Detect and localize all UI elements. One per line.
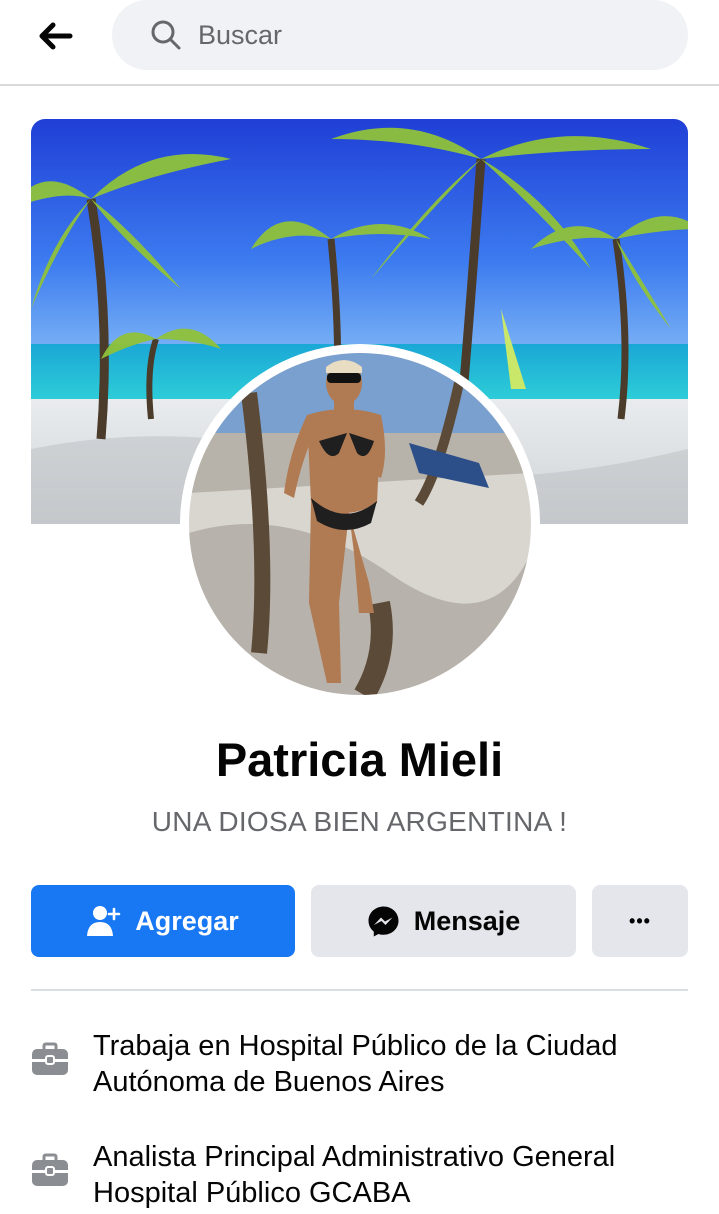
profile-name: Patricia Mieli xyxy=(215,733,504,786)
search-icon xyxy=(151,20,181,50)
briefcase-icon xyxy=(31,1042,69,1076)
back-arrow-icon xyxy=(39,22,73,50)
work-info-text: Analista Principal Administrativo Genera… xyxy=(93,1141,616,1209)
profile-picture-image xyxy=(189,353,531,695)
back-button[interactable] xyxy=(30,16,80,56)
add-friend-label: Agregar xyxy=(135,905,239,936)
more-dots-icon: ••• xyxy=(629,910,651,931)
message-label: Mensaje xyxy=(413,905,521,936)
briefcase-icon xyxy=(31,1153,69,1187)
top-bar: Buscar xyxy=(0,0,719,86)
profile-bio: UNA DIOSA BIEN ARGENTINA ! xyxy=(151,806,568,837)
search-bar[interactable]: Buscar xyxy=(112,0,688,70)
work-info-text: Trabaja en Hospital Público de la Ciudad… xyxy=(93,1030,618,1098)
search-placeholder: Buscar xyxy=(198,19,283,50)
add-friend-button[interactable]: Agregar xyxy=(31,885,295,957)
more-options-button[interactable]: ••• xyxy=(592,885,688,957)
profile-picture[interactable] xyxy=(189,353,531,695)
add-person-icon xyxy=(87,905,121,937)
divider xyxy=(31,989,688,991)
messenger-icon xyxy=(367,905,400,938)
message-button[interactable]: Mensaje xyxy=(311,885,576,957)
